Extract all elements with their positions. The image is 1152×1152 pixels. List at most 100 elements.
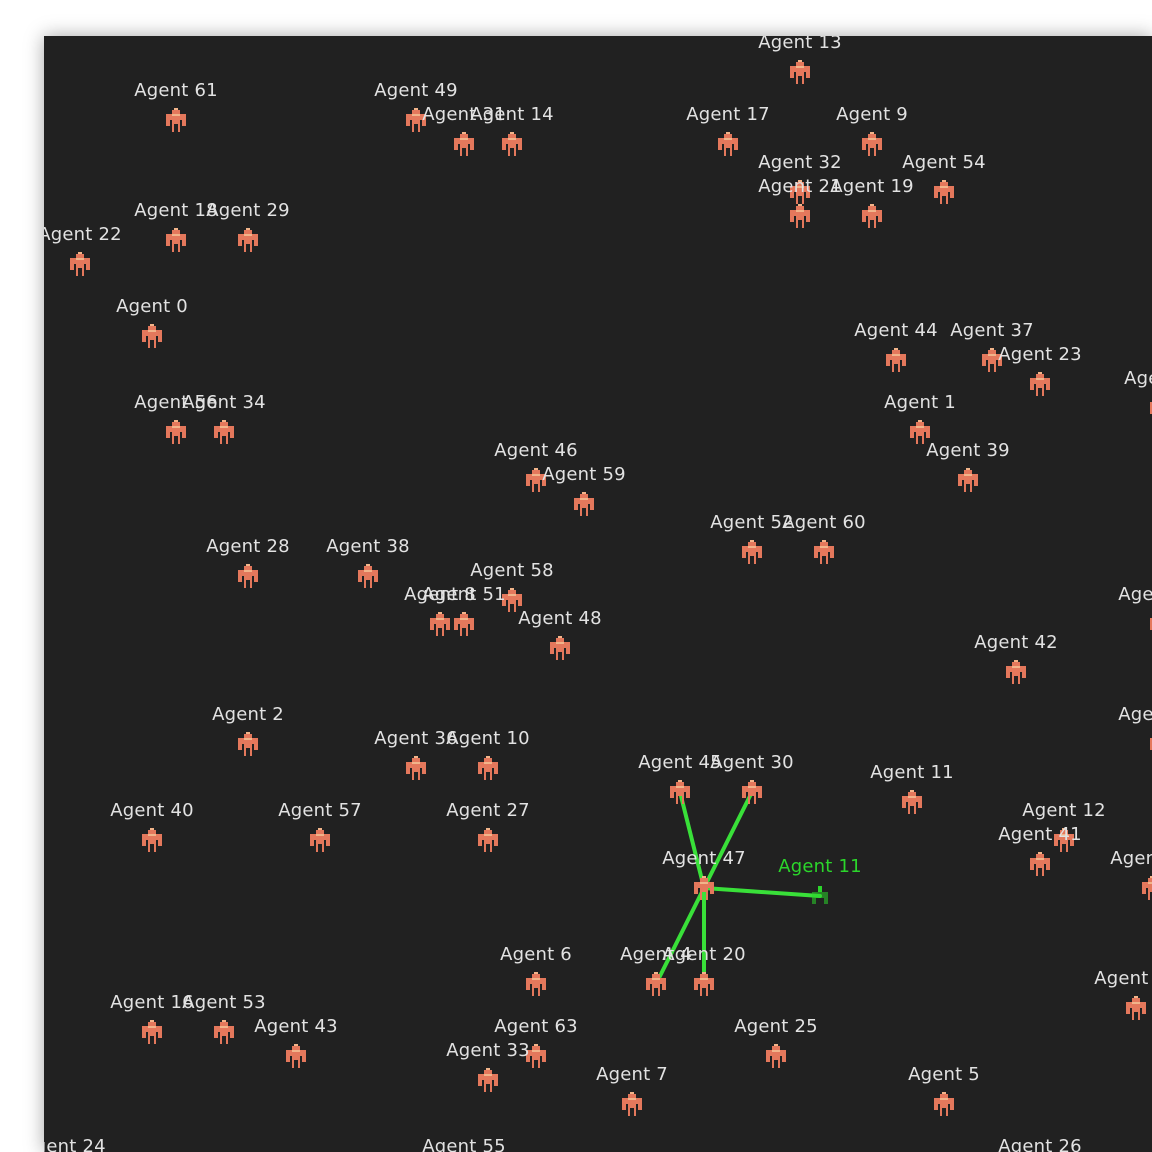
agent-sprite-icon[interactable] [476,756,500,780]
agent-sprite-icon[interactable] [236,564,260,588]
agent-sprite-icon[interactable] [692,972,716,996]
agent-label: Agent 62 [1110,848,1152,869]
agent-label: Agent 34 [182,392,266,413]
agent-label: Agent 10 [446,728,530,749]
agent-sprite-icon[interactable] [1148,732,1152,756]
agent-sprite-icon[interactable] [428,612,452,636]
agent-sprite-icon[interactable] [164,420,188,444]
agent-sprite-icon[interactable] [956,468,980,492]
agent-label: Agent 54 [902,152,986,173]
agent-sprite-icon[interactable] [548,636,572,660]
agent-label: Agent 0 [116,296,188,317]
agent-label: Agent 26 [998,1136,1082,1152]
agent-sprite-icon[interactable] [1124,996,1148,1020]
agent-sprite-icon[interactable] [500,132,524,156]
agent-sprite-icon[interactable] [140,1020,164,1044]
agent-label: Agent 17 [686,104,770,125]
agent-sprite-icon[interactable] [1028,372,1052,396]
agent-label: Agent 16 [110,992,194,1013]
agent-label: Agent 21 [758,176,842,197]
agent-sprite-icon[interactable] [740,540,764,564]
agent-sprite-icon[interactable] [212,1020,236,1044]
agent-sprite-icon[interactable] [1028,852,1052,876]
agent-label: Agent 14 [470,104,554,125]
agent-sprite-icon[interactable] [788,204,812,228]
agent-sprite-icon[interactable] [716,132,740,156]
agent-sprite-icon[interactable] [1148,396,1152,420]
agent-label: Agent 11 [778,856,862,877]
world-viewport[interactable]: Agent 13 Agent 61 Agent 49 Agent 31 Agent 14… [44,36,1152,1152]
agent-label: Agent 39 [926,440,1010,461]
agent-sprite-icon[interactable] [788,60,812,84]
link-line [702,790,754,890]
agent-label: Agent 28 [206,536,290,557]
agent-label: Agent 2 [212,704,284,725]
agent-label: Agent 38 [326,536,410,557]
agent-sprite-icon[interactable] [236,228,260,252]
agent-sprite-icon[interactable] [476,1068,500,1092]
agent-label: Agent 46 [494,440,578,461]
agent-sprite-icon[interactable] [140,324,164,348]
agent-label: Agent 27 [446,800,530,821]
agent-sprite-icon[interactable] [452,612,476,636]
agent-sprite-icon[interactable] [884,348,908,372]
agent-sprite-icon[interactable] [524,972,548,996]
agent-label: Agent 58 [470,560,554,581]
agent-sprite-icon[interactable] [644,972,668,996]
selected-agent-icon[interactable] [808,884,832,908]
agent-sprite-icon[interactable] [692,876,716,900]
agent-label: Agent 7 [596,1064,668,1085]
agent-sprite-icon[interactable] [212,420,236,444]
agent-sprite-icon[interactable] [932,180,956,204]
agent-label: Agent 25 [734,1016,818,1037]
agent-label: Agent 30 [710,752,794,773]
agent-label: Agent 55 [422,1136,506,1152]
agent-sprite-icon[interactable] [740,780,764,804]
agent-sprite-icon[interactable] [452,132,476,156]
agent-sprite-icon[interactable] [812,540,836,564]
agent-sprite-icon[interactable] [860,204,884,228]
agent-sprite-icon[interactable] [932,1092,956,1116]
agent-sprite-icon[interactable] [900,790,924,814]
agent-label: Agent 53 [182,992,266,1013]
agent-label: Agent 12 [1022,800,1106,821]
agent-sprite-icon[interactable] [1004,660,1028,684]
agent-sprite-icon[interactable] [620,1092,644,1116]
agent-label: Agent 42 [974,632,1058,653]
agent-sprite-icon[interactable] [164,228,188,252]
agent-sprite-icon[interactable] [668,780,692,804]
agent-sprite-icon[interactable] [308,828,332,852]
agent-sprite-icon[interactable] [1148,612,1152,636]
agent-sprite-icon[interactable] [764,1044,788,1068]
agent-sprite-icon[interactable] [1140,876,1152,900]
agent-label: Agent 35 [1118,584,1152,605]
agent-label: Agent 20 [662,944,746,965]
agent-sprite-icon[interactable] [860,132,884,156]
agent-label: Agent 1 [884,392,956,413]
agent-sprite-icon[interactable] [140,828,164,852]
agent-label: Agent 45 [638,752,722,773]
agent-sprite-icon[interactable] [284,1044,308,1068]
agent-label: Agent 63 [494,1016,578,1037]
agent-label: Agent 37 [950,320,1034,341]
agent-sprite-icon[interactable] [476,828,500,852]
agent-label: Agent 41 [998,824,1082,845]
agent-sprite-icon[interactable] [164,108,188,132]
link-line [702,886,822,898]
agent-label: Agent 48 [518,608,602,629]
agent-label: Agent 6 [500,944,572,965]
agent-label: Agent 57 [278,800,362,821]
agent-label: Agent 24 [44,1136,106,1152]
agent-label: Agent 52 [710,512,794,533]
agent-label: Agent 5 [908,1064,980,1085]
agent-label: Agent 49 [374,80,458,101]
agent-sprite-icon[interactable] [356,564,380,588]
agent-label: Agent 40 [110,800,194,821]
agent-sprite-icon[interactable] [404,756,428,780]
agent-sprite-icon[interactable] [68,252,92,276]
agent-label: Agent 23 [998,344,1082,365]
agent-sprite-icon[interactable] [572,492,596,516]
agent-sprite-icon[interactable] [236,732,260,756]
agent-label: Agent 61 [134,80,218,101]
agent-label: Agent 51 [422,584,506,605]
